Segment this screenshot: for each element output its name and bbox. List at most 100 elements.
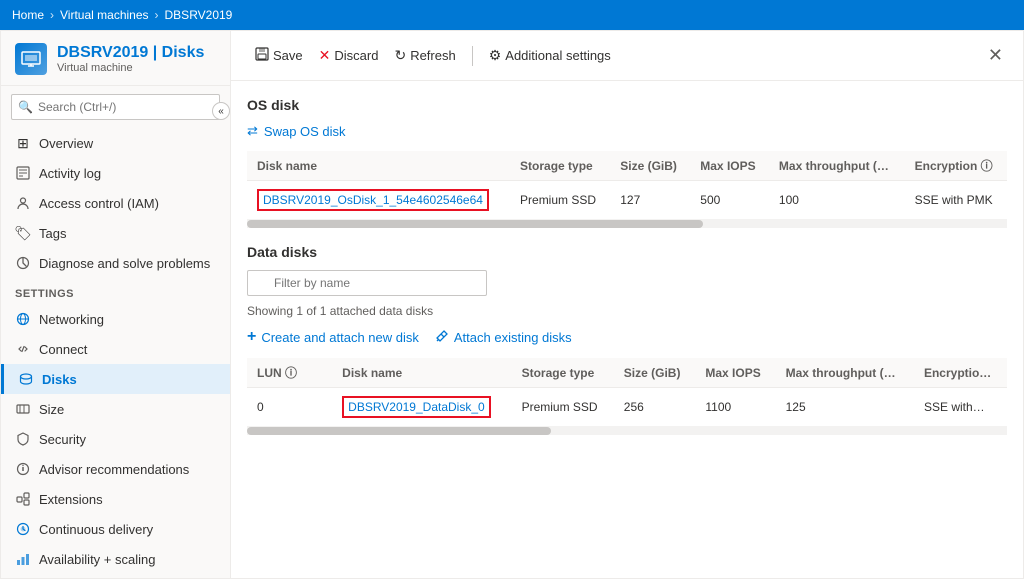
data-disk-table-wrapper: LUN ⓘ Disk name Storage type Size (GiB) …	[247, 358, 1007, 435]
attach-existing-button[interactable]: Attach existing disks	[435, 329, 572, 346]
advisor-icon	[15, 461, 31, 477]
attach-icon	[435, 329, 449, 346]
swap-label: Swap OS disk	[264, 124, 346, 139]
refresh-icon: ↻	[394, 47, 406, 64]
filter-wrapper: 🔍	[247, 270, 487, 296]
sidebar-item-configuration[interactable]: Configuration	[1, 574, 230, 578]
data-col-disk-name: Disk name	[332, 358, 511, 388]
sidebar: DBSRV2019 | Disks Virtual machine 🔍 « ⊞ …	[1, 31, 231, 578]
discard-icon: ✕	[319, 47, 331, 64]
data-max-iops-cell: 1100	[695, 388, 775, 427]
content-toolbar: Save ✕ Discard ↻ Refresh ⚙ Additional se…	[231, 31, 1023, 81]
continuous-delivery-icon	[15, 521, 31, 537]
os-col-disk-name: Disk name	[247, 151, 510, 181]
additional-settings-label: Additional settings	[505, 48, 611, 63]
main-container: DBSRV2019 | Disks Virtual machine 🔍 « ⊞ …	[0, 30, 1024, 579]
save-label: Save	[273, 48, 303, 63]
sidebar-collapse-button[interactable]: «	[212, 102, 230, 120]
close-button[interactable]: ✕	[984, 41, 1007, 70]
sidebar-item-diagnose[interactable]: Diagnose and solve problems	[1, 248, 230, 278]
top-bar: Home › Virtual machines › DBSRV2019	[0, 0, 1024, 30]
sidebar-item-extensions[interactable]: Extensions	[1, 484, 230, 514]
sidebar-item-networking-label: Networking	[39, 312, 104, 327]
sidebar-item-access-control[interactable]: Access control (IAM)	[1, 188, 230, 218]
sidebar-item-tags[interactable]: 🏷 Tags	[1, 218, 230, 248]
data-col-lun: LUN ⓘ	[247, 358, 332, 388]
data-size-cell: 256	[614, 388, 696, 427]
sidebar-item-access-control-label: Access control (IAM)	[39, 196, 159, 211]
sidebar-item-disks-label: Disks	[42, 372, 77, 387]
data-col-max-throughput: Max throughput (…	[776, 358, 914, 388]
sidebar-nav: ⊞ Overview Activity log Access control (…	[1, 128, 230, 578]
sidebar-item-connect[interactable]: Connect	[1, 334, 230, 364]
access-control-icon	[15, 195, 31, 211]
vm-subtitle: Virtual machine	[57, 62, 204, 74]
breadcrumb-current: DBSRV2019	[165, 8, 233, 22]
sidebar-search-input[interactable]	[11, 94, 220, 120]
toolbar-separator	[472, 46, 473, 66]
sidebar-item-size[interactable]: Size	[1, 394, 230, 424]
breadcrumb-home[interactable]: Home	[12, 8, 44, 22]
sidebar-item-networking[interactable]: Networking	[1, 304, 230, 334]
sidebar-item-continuous-delivery[interactable]: Continuous delivery	[1, 514, 230, 544]
os-col-max-throughput: Max throughput (…	[769, 151, 905, 181]
sidebar-item-security-label: Security	[39, 432, 86, 447]
vm-icon	[15, 43, 47, 75]
sidebar-item-diagnose-label: Diagnose and solve problems	[39, 256, 210, 271]
sidebar-item-advisor[interactable]: Advisor recommendations	[1, 454, 230, 484]
breadcrumb-sep-2: ›	[155, 8, 159, 22]
data-col-size: Size (GiB)	[614, 358, 696, 388]
data-max-throughput-cell: 125	[776, 388, 914, 427]
os-max-iops-cell: 500	[690, 181, 769, 220]
data-disk-scrollbar[interactable]	[247, 427, 1007, 435]
connect-icon	[15, 341, 31, 357]
os-disk-scrollbar[interactable]	[247, 220, 1007, 228]
os-col-max-iops: Max IOPS	[690, 151, 769, 181]
networking-icon	[15, 311, 31, 327]
sidebar-item-disks[interactable]: Disks	[1, 364, 230, 394]
sidebar-item-overview-label: Overview	[39, 136, 93, 151]
size-icon	[15, 401, 31, 417]
sidebar-item-continuous-delivery-label: Continuous delivery	[39, 522, 153, 537]
attach-existing-label: Attach existing disks	[454, 330, 572, 345]
additional-settings-icon: ⚙	[489, 47, 502, 64]
sidebar-item-tags-label: Tags	[39, 226, 66, 241]
os-disk-name-link[interactable]: DBSRV2019_OsDisk_1_54e4602546e64	[257, 189, 489, 211]
security-icon	[15, 431, 31, 447]
data-disk-name-link[interactable]: DBSRV2019_DataDisk_0	[342, 396, 491, 418]
filter-by-name-input[interactable]	[247, 270, 487, 296]
data-disks-title: Data disks	[247, 244, 1007, 260]
discard-label: Discard	[334, 48, 378, 63]
table-row: DBSRV2019_OsDisk_1_54e4602546e64 Premium…	[247, 181, 1007, 220]
discard-button[interactable]: ✕ Discard	[311, 43, 387, 68]
breadcrumb-vms[interactable]: Virtual machines	[60, 8, 149, 22]
os-col-size: Size (GiB)	[610, 151, 690, 181]
data-lun-cell: 0	[247, 388, 332, 427]
os-disk-table-wrapper: Disk name Storage type Size (GiB) Max IO…	[247, 151, 1007, 228]
os-size-cell: 127	[610, 181, 690, 220]
disks-icon	[18, 371, 34, 387]
sidebar-item-extensions-label: Extensions	[39, 492, 103, 507]
save-button[interactable]: Save	[247, 43, 311, 68]
save-icon	[255, 47, 269, 64]
main-content: Save ✕ Discard ↻ Refresh ⚙ Additional se…	[231, 31, 1023, 578]
swap-os-disk-button[interactable]: ⇄ Swap OS disk	[247, 123, 346, 139]
create-attach-disk-button[interactable]: + Create and attach new disk	[247, 328, 419, 346]
sidebar-item-security[interactable]: Security	[1, 424, 230, 454]
refresh-label: Refresh	[410, 48, 456, 63]
refresh-button[interactable]: ↻ Refresh	[386, 43, 463, 68]
sidebar-item-activity-log[interactable]: Activity log	[1, 158, 230, 188]
sidebar-item-overview[interactable]: ⊞ Overview	[1, 128, 230, 158]
table-row: 0 DBSRV2019_DataDisk_0 Premium SSD 256 1…	[247, 388, 1007, 427]
data-storage-type-cell: Premium SSD	[512, 388, 614, 427]
os-disk-table: Disk name Storage type Size (GiB) Max IO…	[247, 151, 1007, 220]
vm-info: DBSRV2019 | Disks Virtual machine	[57, 44, 204, 74]
vm-title: DBSRV2019 | Disks	[57, 44, 204, 62]
additional-settings-button[interactable]: ⚙ Additional settings	[481, 43, 619, 68]
diagnose-icon	[15, 255, 31, 271]
sidebar-item-availability[interactable]: Availability + scaling	[1, 544, 230, 574]
data-disk-scrollbar-thumb	[247, 427, 551, 435]
sidebar-item-availability-label: Availability + scaling	[39, 552, 155, 567]
create-attach-label: Create and attach new disk	[261, 330, 419, 345]
sidebar-search-wrapper: 🔍 «	[11, 94, 220, 120]
